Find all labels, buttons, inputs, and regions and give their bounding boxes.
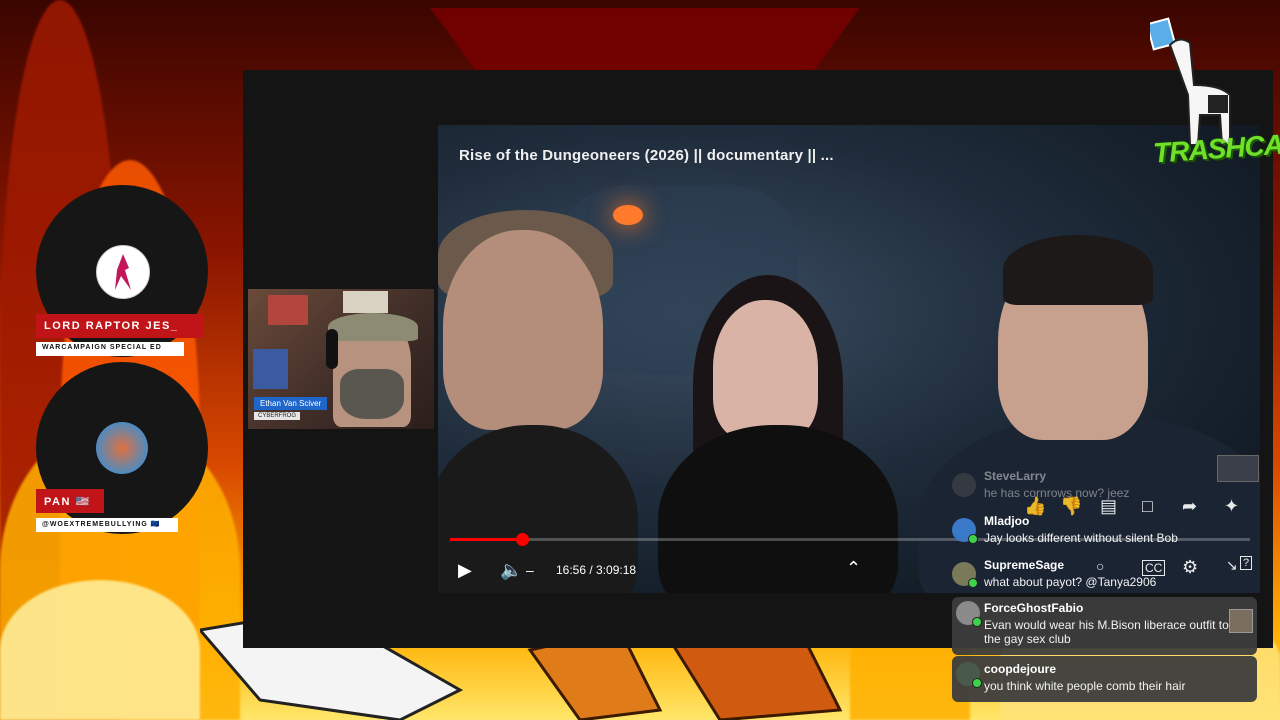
progress-fill	[450, 538, 522, 541]
person-center-face	[713, 300, 818, 440]
video-title[interactable]: Rise of the Dungeoneers (2026) || docume…	[459, 147, 834, 164]
person-right-hair	[1003, 235, 1153, 305]
person-left-face	[443, 230, 603, 430]
play-icon[interactable]: ▶	[458, 560, 472, 581]
chat-text: you think white people comb their hair	[984, 679, 1186, 693]
webcam-name-label: Ethan Van Sciver	[254, 397, 328, 410]
wall-poster	[253, 349, 288, 389]
webcam-subtitle-label: CYBERFROG	[254, 412, 301, 420]
headphones-icon	[326, 329, 338, 369]
online-badge	[972, 678, 982, 688]
time-display: 16:56 / 3:09:18	[556, 563, 637, 577]
avatar	[952, 473, 976, 497]
chat-text: he has cornrows now? jeez	[984, 486, 1130, 500]
online-badge	[968, 578, 978, 588]
webcam-feed: Ethan Van Sciver CYBERFROG	[248, 289, 434, 429]
speaker-name-2: PAN 🇺🇸	[36, 489, 104, 513]
speaker-tag-1: WARCAMPAIGN SPECIAL ED	[36, 342, 184, 356]
speaker-tag-2: @WOEXTREMEBULLYING 🇪🇺	[36, 518, 178, 532]
avatar	[96, 245, 150, 299]
volume-slider[interactable]: –	[526, 562, 534, 578]
chat-username[interactable]: coopdejoure	[984, 662, 1056, 676]
speaker-name-1: LORD RAPTOR JES_	[36, 314, 204, 338]
online-badge	[972, 617, 982, 627]
webcam-person-cap	[328, 313, 418, 341]
chat-message: Mladjoo Jay looks different without sile…	[952, 514, 1257, 550]
chat-message: coopdejoure you think white people comb …	[952, 656, 1257, 702]
chat-username[interactable]: ForceGhostFabio	[984, 601, 1083, 615]
chat-username[interactable]: SupremeSage	[984, 558, 1064, 572]
avatar	[96, 422, 148, 474]
chat-image-thumbnail[interactable]	[1229, 609, 1253, 633]
chat-text: Jay looks different without silent Bob	[984, 531, 1178, 545]
chat-username[interactable]: Mladjoo	[984, 514, 1029, 528]
webcam-person-beard	[340, 369, 404, 419]
volume-icon[interactable]: 🔈	[500, 560, 522, 581]
wall-poster	[268, 295, 308, 325]
live-chat: SteveLarry he has cornrows now? jeez Mla…	[944, 465, 1264, 705]
chat-message: SupremeSage what about payot? @Tanya2906	[952, 558, 1257, 594]
chat-text: Evan would wear his M.Bison liberace out…	[984, 618, 1229, 646]
show-logo-banner	[430, 8, 860, 78]
chat-message: SteveLarry he has cornrows now? jeez	[952, 469, 1257, 507]
online-badge	[968, 534, 978, 544]
progress-scrubber[interactable]	[515, 533, 529, 546]
chat-username[interactable]: SteveLarry	[984, 469, 1046, 483]
wall-poster	[343, 291, 388, 313]
scene-lamp	[613, 205, 643, 225]
chat-text: what about payot? @Tanya2906	[984, 575, 1157, 589]
chat-message: ForceGhostFabio Evan would wear his M.Bi…	[952, 597, 1257, 655]
chevron-up-icon[interactable]: ⌃	[846, 558, 861, 579]
